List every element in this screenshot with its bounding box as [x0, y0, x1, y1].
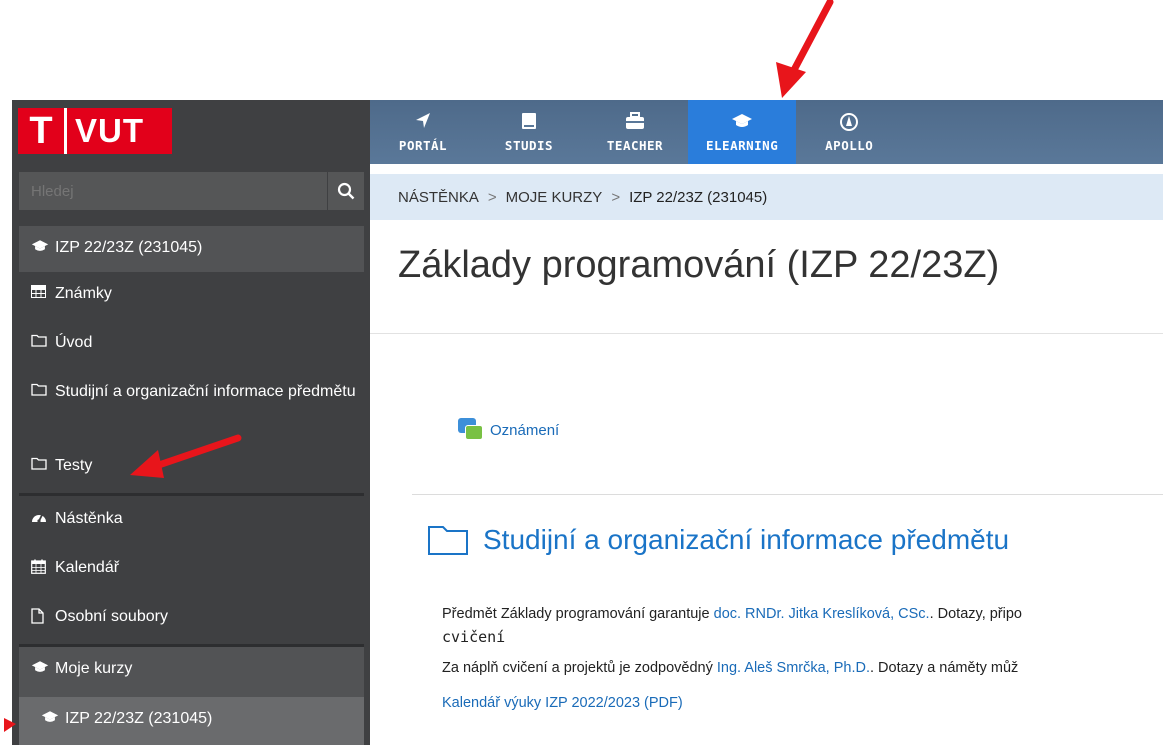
- sidebar-item-znamky[interactable]: Známky: [19, 272, 364, 321]
- sidebar-item-uvod[interactable]: Úvod: [19, 321, 364, 370]
- sidebar-item-moje-kurzy[interactable]: Moje kurzy: [19, 647, 364, 697]
- breadcrumb-item-moje-kurzy[interactable]: MOJE KURZY: [506, 189, 603, 206]
- paragraph-text: . Dotazy, připo: [929, 606, 1022, 622]
- graduation-cap-icon: [41, 710, 65, 729]
- search-icon: [337, 182, 355, 200]
- nav-item-studis[interactable]: STUDIS: [476, 100, 582, 164]
- breadcrumb-item-current: IZP 22/23Z (231045): [629, 188, 768, 206]
- logo-area: T VUT: [12, 100, 370, 164]
- annotation-arrow-top: [776, 0, 834, 98]
- search-button[interactable]: [327, 172, 364, 210]
- book-icon: [521, 112, 537, 136]
- annotation-arrow-testy: [130, 434, 242, 478]
- dashboard-icon: [31, 510, 55, 529]
- sidebar-item-label: Nástěnka: [55, 510, 123, 527]
- forum-icon: [458, 418, 484, 442]
- sidebar-item-label: Známky: [55, 285, 112, 302]
- file-icon: [31, 608, 55, 629]
- forum-link[interactable]: Oznámení: [458, 418, 559, 442]
- paragraph-text: Předmět Základy programování garantuje: [442, 606, 714, 622]
- sidebar-item-label: IZP 22/23Z (231045): [55, 239, 203, 256]
- sidebar-item-nastenka[interactable]: Nástěnka: [19, 497, 364, 546]
- vut-logo[interactable]: T VUT: [18, 108, 172, 154]
- graduation-cap-icon: [731, 112, 753, 136]
- sidebar-item-course-izp[interactable]: IZP 22/23Z (231045): [19, 697, 364, 745]
- sidebar-item-osobni-soubory[interactable]: Osobní soubory: [19, 595, 364, 644]
- folder-icon: [31, 383, 55, 401]
- table-icon: [31, 285, 55, 303]
- sidebar-item-label: Úvod: [55, 334, 93, 351]
- sidebar-item-label: Kalendář: [55, 559, 120, 576]
- sidebar-item-label: Studijní a organizační informace předmět…: [55, 383, 356, 400]
- paragraph-text: . Dotazy a náměty můž: [870, 660, 1019, 676]
- breadcrumb-item-nastenka[interactable]: NÁSTĚNKA: [398, 189, 479, 206]
- section-title: Studijní a organizační informace předmět…: [483, 524, 1010, 555]
- nav-item-apollo[interactable]: APOLLO: [796, 100, 902, 164]
- paragraph-responsible: Za náplň cvičení a projektů je zodpovědn…: [442, 660, 1018, 676]
- breadcrumb-separator: >: [611, 188, 621, 206]
- breadcrumb: NÁSTĚNKA > MOJE KURZY > IZP 22/23Z (2310…: [370, 174, 1163, 220]
- graduation-cap-icon: [31, 239, 55, 258]
- search-box: [19, 172, 364, 210]
- folder-icon: [428, 526, 468, 555]
- sidebar-item-kalendar[interactable]: Kalendář: [19, 546, 364, 595]
- top-navbar: T VUT PORTÁL STUDIS TEACHER ELEARNING AP…: [12, 100, 1163, 164]
- nav-item-label: ELEARNING: [706, 137, 779, 153]
- main-nav: PORTÁL STUDIS TEACHER ELEARNING APOLLO: [370, 100, 902, 164]
- briefcase-icon: [625, 111, 645, 136]
- graduation-cap-icon: [31, 660, 55, 679]
- nav-item-label: STUDIS: [504, 137, 554, 153]
- navigation-arrow-icon: [414, 112, 432, 136]
- logo-letter: T: [29, 110, 53, 152]
- nav-item-label: APOLLO: [825, 137, 874, 153]
- sidebar-item-label: Moje kurzy: [55, 660, 133, 677]
- header-divider: [370, 333, 1163, 334]
- search-input[interactable]: [19, 172, 327, 210]
- annotation-arrow-course: [4, 718, 16, 732]
- forum-label: Oznámení: [490, 421, 560, 439]
- page-title: Základy programování (IZP 22/23Z): [398, 244, 1000, 286]
- guarantor-link[interactable]: doc. RNDr. Jitka Kreslíková, CSc.: [714, 606, 930, 622]
- screen: T VUT PORTÁL STUDIS TEACHER ELEARNING AP…: [0, 0, 1163, 745]
- folder-icon: [31, 334, 55, 352]
- paragraph-calendar: Kalendář výuky IZP 2022/2023 (PDF): [442, 695, 683, 711]
- nav-item-teacher[interactable]: TEACHER: [582, 100, 688, 164]
- paragraph-text: Za náplň cvičení a projektů je zodpovědn…: [442, 660, 717, 676]
- paragraph-mono-word: cvičení: [442, 628, 506, 646]
- nav-item-portal[interactable]: PORTÁL: [370, 100, 476, 164]
- sidebar-course-header[interactable]: IZP 22/23Z (231045): [19, 226, 364, 272]
- apollo-logo-icon: [839, 112, 859, 136]
- paragraph-garant: Předmět Základy programování garantuje d…: [442, 606, 1022, 622]
- section-header: Studijní a organizační informace předmět…: [427, 524, 1009, 556]
- sidebar-item-label: Osobní soubory: [55, 608, 168, 625]
- calendar-icon: [31, 559, 55, 579]
- sidebar-item-label: IZP 22/23Z (231045): [65, 710, 213, 727]
- nav-item-elearning[interactable]: ELEARNING: [688, 100, 797, 164]
- nav-item-label: TEACHER: [606, 137, 664, 153]
- sidebar-divider: [19, 493, 364, 496]
- sidebar-item-label: Testy: [55, 457, 93, 474]
- breadcrumb-separator: >: [487, 188, 497, 206]
- logo-name: VUT: [75, 112, 144, 149]
- calendar-pdf-link[interactable]: Kalendář výuky IZP 2022/2023 (PDF): [442, 695, 683, 711]
- responsible-link[interactable]: Ing. Aleš Smrčka, Ph.D.: [717, 660, 870, 676]
- nav-item-label: PORTÁL: [398, 137, 448, 153]
- section-divider: [412, 494, 1163, 495]
- folder-icon: [31, 457, 55, 475]
